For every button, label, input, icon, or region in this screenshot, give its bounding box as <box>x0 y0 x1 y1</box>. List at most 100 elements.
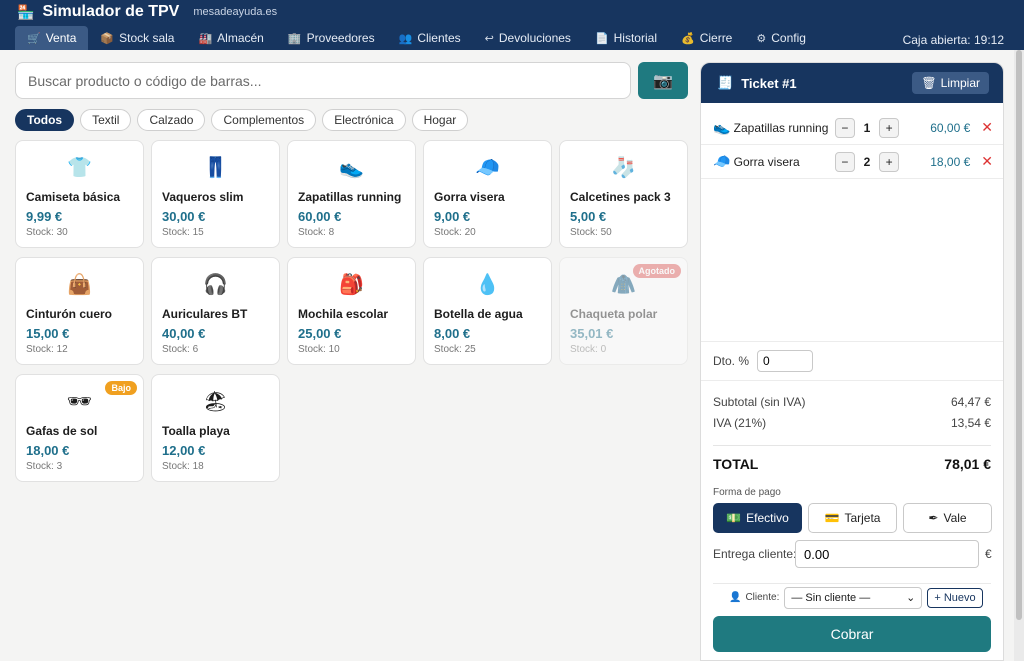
building-icon: 🏢 <box>287 32 302 45</box>
tab-clientes[interactable]: 👥 Clientes <box>387 26 473 50</box>
product-card[interactable]: 🧢 Gorra visera 9,00 € Stock: 20 <box>423 140 552 248</box>
discount-input[interactable] <box>757 350 814 372</box>
clear-ticket-button[interactable]: 🗑 Limpiar <box>912 72 989 94</box>
total-value: 78,01 € <box>944 456 991 472</box>
tab-historial[interactable]: 📄 Historial <box>583 26 669 50</box>
register-status: Caja abierta: 19:12 <box>902 33 1004 47</box>
beach-icon: 🏖 <box>202 391 229 413</box>
filter-electronica[interactable]: Electrónica <box>322 109 406 131</box>
product-card[interactable]: 👖 Vaqueros slim 30,00 € Stock: 15 <box>151 140 280 248</box>
tab-cierre[interactable]: 💰 Cierre <box>669 26 744 50</box>
line-price: 60,00 € <box>930 120 971 135</box>
credit-card-icon: 💳 <box>824 511 840 525</box>
droplet-icon: 💧 <box>475 274 500 296</box>
delivery-label: Entrega cliente: <box>713 547 797 561</box>
product-card[interactable]: 💧 Botella de agua 8,00 € Stock: 25 <box>423 257 552 365</box>
tab-proveedores[interactable]: 🏢 Proveedores <box>276 26 387 50</box>
jeans-icon: 👖 <box>203 157 228 179</box>
product-stock: Stock: 20 <box>434 227 476 238</box>
product-card[interactable]: 🎧 Auriculares BT 40,00 € Stock: 6 <box>151 257 280 365</box>
product-stock: Stock: 50 <box>570 227 612 238</box>
pay-label: Vale <box>943 511 967 525</box>
scrollbar[interactable] <box>1014 50 1024 661</box>
ticket-line: 🧢 Gorra visera − 2 + 18,00 € ✕ <box>701 145 1003 179</box>
product-card[interactable]: 🏖 Toalla playa 12,00 € Stock: 18 <box>151 374 280 482</box>
product-price: 9,99 € <box>26 209 63 224</box>
money-bag-icon: 💰 <box>680 32 695 45</box>
tab-label: Stock sala <box>119 31 175 45</box>
top-bar: 🏪 Simulador de TPV mesadeayuda.es 🛒 Venta… <box>0 0 1024 50</box>
socks-icon: 🧦 <box>611 157 636 179</box>
scan-button[interactable]: 📷 <box>638 62 688 99</box>
product-name: Calcetines pack 3 <box>570 190 671 204</box>
filter-textil[interactable]: Textil <box>80 109 132 131</box>
product-price: 8,00 € <box>434 326 471 341</box>
new-client-button[interactable]: + Nuevo <box>927 587 983 608</box>
product-card[interactable]: 🎒 Mochila escolar 25,00 € Stock: 10 <box>287 257 416 365</box>
client-label: 👤 Cliente: <box>729 592 779 603</box>
clear-label: Limpiar <box>940 76 980 90</box>
subtotal-row: Subtotal (sin IVA) 64,47 € <box>713 395 991 409</box>
product-card[interactable]: 👕 Camiseta básica 9,99 € Stock: 30 <box>15 140 144 248</box>
charge-button[interactable]: Cobrar <box>713 616 991 652</box>
remove-line-icon[interactable]: ✕ <box>974 153 993 170</box>
store-icon: 🏪 <box>17 3 35 20</box>
pay-cash-button[interactable]: 💵 Efectivo <box>713 503 802 533</box>
client-select[interactable]: — Sin cliente — ⌄ <box>784 586 923 609</box>
product-stock: Stock: 10 <box>298 344 340 355</box>
decrease-qty-button[interactable]: − <box>834 151 855 172</box>
product-name: Toalla playa <box>162 424 230 438</box>
tab-label: Historial <box>613 31 657 45</box>
tab-label: Proveedores <box>306 31 375 45</box>
chevron-down-icon: ⌄ <box>906 592 916 604</box>
payment-label: Forma de pago <box>713 487 781 498</box>
filter-hogar[interactable]: Hogar <box>411 109 469 131</box>
decrease-qty-button[interactable]: − <box>834 117 855 138</box>
backpack-icon: 🎒 <box>339 274 364 296</box>
scrollbar-thumb[interactable] <box>1016 50 1022 620</box>
tab-label: Config <box>771 31 806 45</box>
delivery-input[interactable] <box>795 540 979 568</box>
product-card[interactable]: 👜 Cinturón cuero 15,00 € Stock: 12 <box>15 257 144 365</box>
product-price: 35,01 € <box>570 326 614 341</box>
pay-card-button[interactable]: 💳 Tarjeta <box>808 503 897 533</box>
increase-qty-button[interactable]: + <box>879 117 899 138</box>
line-qty: 1 <box>863 120 871 135</box>
tab-config[interactable]: ⚙ Config <box>744 26 818 50</box>
users-icon: 👥 <box>398 32 413 45</box>
filter-complementos[interactable]: Complementos <box>211 109 317 131</box>
discount-row: Dto. % <box>701 341 1003 381</box>
tab-devoluciones[interactable]: ↩ Devoluciones <box>473 26 583 50</box>
client-label-text: Cliente: <box>745 592 780 603</box>
product-stock: Stock: 18 <box>162 461 204 472</box>
subtotal-label: Subtotal (sin IVA) <box>713 395 806 409</box>
ticket-title: 🧾 Ticket #1 <box>717 75 797 91</box>
jacket-icon: 🧥 <box>611 274 636 296</box>
product-price: 18,00 € <box>26 443 70 458</box>
search-input[interactable] <box>15 62 631 99</box>
box-icon: 📦 <box>100 32 115 45</box>
line-price: 18,00 € <box>930 154 971 169</box>
product-grid: 👕 Camiseta básica 9,99 € Stock: 30 👖 Vaq… <box>15 140 688 482</box>
tab-stock-sala[interactable]: 📦 Stock sala <box>88 26 186 50</box>
tab-almacen[interactable]: 🏭 Almacén <box>186 26 275 50</box>
pay-label: Efectivo <box>746 511 789 525</box>
product-card[interactable]: Agotado 🧥 Chaqueta polar 35,01 € Stock: … <box>559 257 688 365</box>
product-stock: Stock: 12 <box>26 344 68 355</box>
tab-venta[interactable]: 🛒 Venta <box>15 26 89 50</box>
product-card[interactable]: 👟 Zapatillas running 60,00 € Stock: 8 <box>287 140 416 248</box>
handbag-icon: 👜 <box>67 274 92 296</box>
increase-qty-button[interactable]: + <box>879 151 899 172</box>
filter-todos[interactable]: Todos <box>15 109 75 131</box>
product-card[interactable]: Bajo 🕶 Gafas de sol 18,00 € Stock: 3 <box>15 374 144 482</box>
app-title: Simulador de TPV <box>42 3 180 20</box>
cart-icon: 🛒 <box>27 32 41 45</box>
product-card[interactable]: 🧦 Calcetines pack 3 5,00 € Stock: 50 <box>559 140 688 248</box>
factory-icon: 🏭 <box>198 32 213 45</box>
product-name: Mochila escolar <box>298 307 389 321</box>
remove-line-icon[interactable]: ✕ <box>974 119 993 136</box>
main-nav: 🛒 Venta 📦 Stock sala 🏭 Almacén 🏢 Proveedores… <box>15 26 818 50</box>
filter-calzado[interactable]: Calzado <box>137 109 206 131</box>
pay-voucher-button[interactable]: ✒ Vale <box>903 503 992 533</box>
ticket-header: 🧾 Ticket #1 🗑 Limpiar <box>701 63 1003 103</box>
